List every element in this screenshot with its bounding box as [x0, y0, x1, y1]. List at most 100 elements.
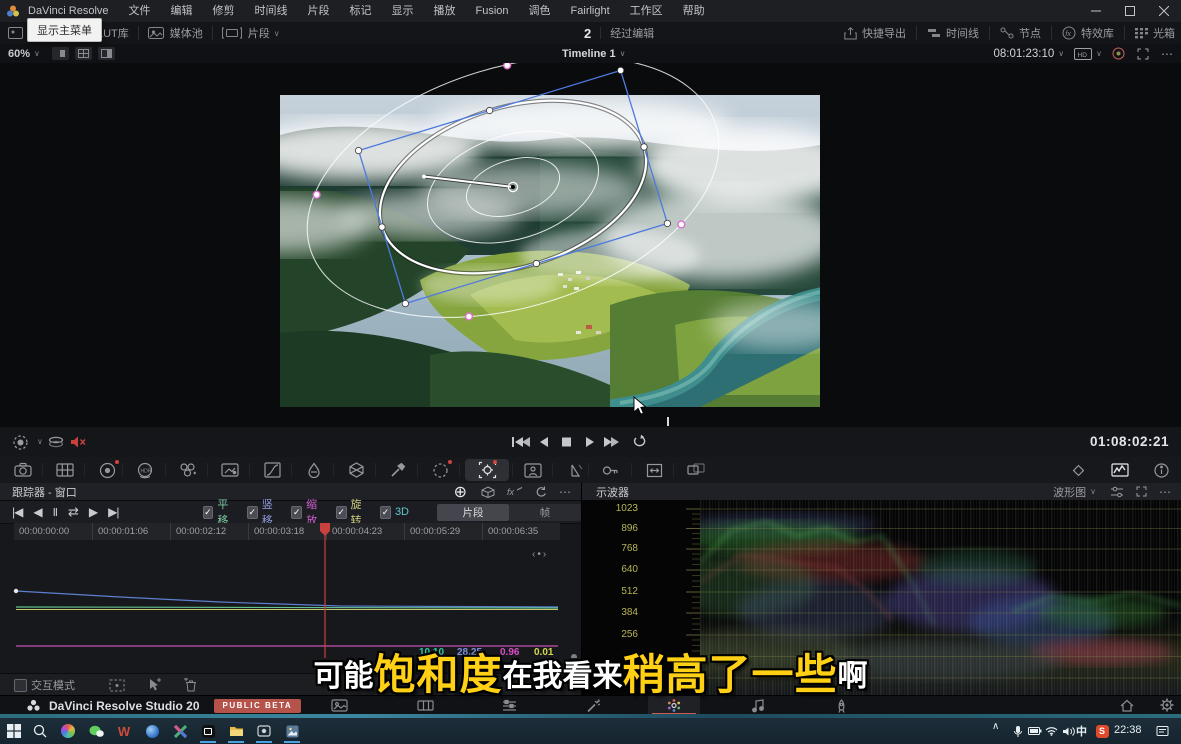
transport-controls[interactable] — [508, 435, 650, 449]
menu-fairlight[interactable]: Fairlight — [561, 0, 620, 22]
taskbar-app-wps-icon[interactable]: W — [114, 721, 134, 741]
stereo-3d-icon[interactable] — [679, 460, 713, 480]
grading-monitor-icon[interactable]: HD — [1074, 48, 1092, 60]
rotate-checkbox[interactable]: ✓ — [336, 506, 347, 519]
tracker-3d-icon[interactable] — [481, 486, 495, 498]
hdr-wheels-icon[interactable]: HDR — [128, 460, 162, 480]
menu-trim[interactable]: 修剪 — [203, 0, 245, 22]
viewer-area[interactable] — [0, 63, 1181, 427]
menu-color[interactable]: 调色 — [519, 0, 561, 22]
minimize-button[interactable] — [1079, 0, 1113, 22]
scope-mode-select[interactable]: 波形图 — [1053, 484, 1086, 500]
split-viewer-button[interactable] — [75, 47, 92, 60]
tray-speaker-icon[interactable] — [1058, 721, 1078, 741]
menu-timeline[interactable]: 时间线 — [245, 0, 298, 22]
menu-clip[interactable]: 片段 — [298, 0, 340, 22]
scope-mode-chevron-icon[interactable]: ∨ — [1090, 487, 1096, 496]
motion-effects-icon[interactable] — [213, 460, 247, 480]
track-forward-to-end-button[interactable]: ▶| — [108, 505, 118, 519]
blur-icon[interactable] — [558, 460, 592, 480]
key-icon[interactable] — [593, 460, 627, 480]
media-pool-button[interactable]: 媒体池 — [170, 25, 203, 41]
tab-frame[interactable]: 帧 — [509, 504, 581, 521]
scope-expand-icon[interactable] — [1136, 486, 1147, 497]
keyframe-nav[interactable]: ‹•› — [532, 549, 548, 560]
tray-clock[interactable]: 22:38 — [1114, 724, 1142, 736]
menu-view[interactable]: 显示 — [382, 0, 424, 22]
quick-export-button[interactable]: 快捷导出 — [862, 25, 906, 41]
unmix-icon[interactable] — [48, 435, 64, 449]
menu-fusion[interactable]: Fusion — [466, 0, 519, 22]
track-bidirectional-button[interactable]: ⇄ — [68, 504, 79, 520]
taskbar-app-capcut-icon[interactable] — [198, 721, 218, 741]
track-reverse-to-start-button[interactable]: |◀ — [12, 505, 22, 519]
taskbar-app-wechat-icon[interactable] — [86, 721, 106, 741]
power-window-icon[interactable] — [423, 460, 457, 480]
taskbar-app-xmind-icon[interactable] — [170, 721, 190, 741]
menu-edit[interactable]: 编辑 — [161, 0, 203, 22]
tracker-options-menu-icon[interactable]: ⋯ — [559, 485, 571, 499]
start-button-icon[interactable] — [4, 721, 24, 741]
scopes-toggle-icon[interactable] — [1103, 460, 1137, 480]
viewer-zoom-select[interactable]: 60% — [8, 48, 30, 60]
timeline-selector[interactable]: Timeline 1 ∨ — [562, 44, 625, 63]
3d-checkbox[interactable]: ✓ — [380, 506, 391, 519]
color-match-icon[interactable] — [48, 460, 82, 480]
taskbar-app-browser-icon[interactable] — [142, 721, 162, 741]
tracker-icon[interactable] — [470, 460, 504, 480]
sizing-icon[interactable] — [637, 460, 671, 480]
tracker-fx-icon[interactable]: fx — [507, 486, 523, 497]
audio-muted-icon[interactable] — [70, 435, 87, 449]
track-one-frame-forward-button[interactable]: ▶ — [89, 505, 98, 519]
maximize-button[interactable] — [1113, 0, 1147, 22]
track-one-frame-back-button[interactable]: ◀ — [33, 505, 42, 519]
viewer-options-menu-icon[interactable]: ⋯ — [1161, 47, 1173, 61]
taskbar-app-recorder-icon[interactable] — [254, 721, 274, 741]
tilt-checkbox[interactable]: ✓ — [247, 506, 258, 519]
color-viewer-icon[interactable] — [1112, 47, 1125, 60]
scope-options-menu-icon[interactable]: ⋯ — [1159, 485, 1171, 499]
tray-notification-icon[interactable] — [1152, 721, 1172, 741]
pause-tracking-button[interactable]: Ⅱ — [53, 506, 58, 519]
taskbar-app-color-wheel-icon[interactable] — [58, 721, 78, 741]
timeline-panel-button[interactable]: 时间线 — [946, 25, 979, 41]
nodes-button[interactable]: 节点 — [1019, 25, 1041, 41]
media-pool-toggle-icon[interactable] — [8, 27, 23, 39]
viewer-mode-chevron-icon[interactable]: ∨ — [37, 437, 43, 446]
hue-curves-icon[interactable] — [339, 460, 373, 480]
tray-sogou-icon[interactable]: S — [1092, 721, 1112, 741]
close-button[interactable] — [1147, 0, 1181, 22]
color-wheels-icon[interactable] — [90, 460, 124, 480]
expand-viewer-icon[interactable] — [1137, 48, 1149, 60]
rgb-mixer-icon[interactable] — [171, 460, 205, 480]
curves-icon[interactable] — [255, 460, 289, 480]
viewer-zoom-chevron-icon[interactable]: ∨ — [34, 49, 40, 58]
menu-file[interactable]: 文件 — [119, 0, 161, 22]
info-icon[interactable] — [1144, 460, 1178, 480]
lightbox-button[interactable]: 光箱 — [1153, 25, 1175, 41]
tracker-point-icon[interactable]: ⊕ — [454, 482, 467, 502]
color-warper-icon[interactable] — [297, 460, 331, 480]
taskbar-file-explorer-icon[interactable] — [226, 721, 246, 741]
single-viewer-button[interactable] — [52, 47, 69, 60]
menu-workspace[interactable]: 工作区 — [620, 0, 673, 22]
tracker-graph[interactable] — [0, 523, 581, 658]
tray-ime-indicator[interactable]: 中 — [1076, 723, 1087, 739]
menu-mark[interactable]: 标记 — [340, 0, 382, 22]
keyframe-diamond-icon[interactable] — [1061, 460, 1095, 480]
effects-library-button[interactable]: 特效库 — [1081, 25, 1114, 41]
pan-checkbox[interactable]: ✓ — [203, 506, 214, 519]
qualifier-icon[interactable] — [381, 460, 415, 480]
menu-help[interactable]: 帮助 — [673, 0, 715, 22]
taskbar-app-photos-icon[interactable] — [282, 721, 302, 741]
monitor-chevron-icon[interactable]: ∨ — [1096, 49, 1102, 58]
camera-raw-icon[interactable] — [6, 460, 40, 480]
zoom-checkbox[interactable]: ✓ — [291, 506, 302, 519]
timecode-chevron-icon[interactable]: ∨ — [1058, 49, 1064, 58]
tracker-reset-icon[interactable] — [535, 486, 547, 498]
tab-clip[interactable]: 片段 — [437, 504, 509, 521]
search-icon[interactable] — [30, 721, 50, 741]
menu-playback[interactable]: 播放 — [424, 0, 466, 22]
clips-button[interactable]: 片段 — [248, 25, 270, 41]
wipe-viewer-button[interactable] — [98, 47, 115, 60]
